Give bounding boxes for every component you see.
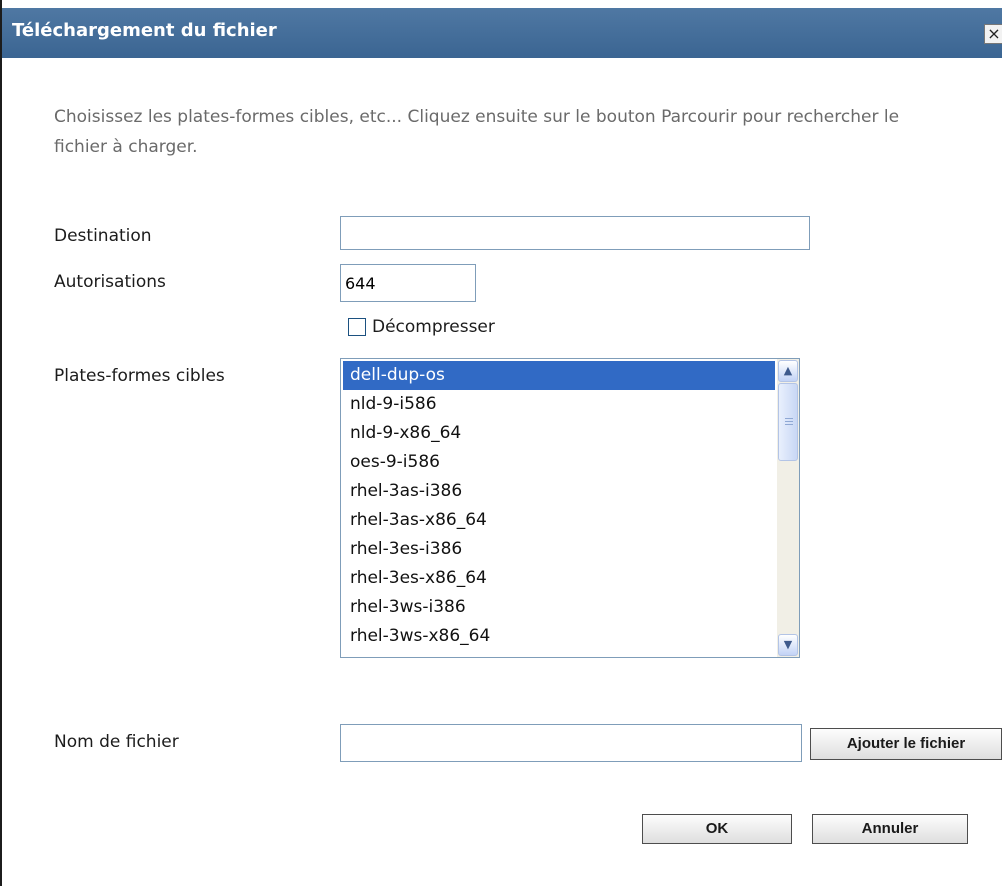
platform-option[interactable]: oes-9-i586 <box>343 448 775 477</box>
file-upload-dialog: Téléchargement du fichier × Choisissez l… <box>0 0 1002 886</box>
platforms-scrollbar[interactable]: ▲ ▼ <box>777 359 799 657</box>
platform-option[interactable]: rhel-3as-i386 <box>343 477 775 506</box>
filename-input[interactable] <box>340 724 802 762</box>
dialog-title: Téléchargement du fichier <box>12 20 277 41</box>
dialog-titlebar: Téléchargement du fichier <box>2 8 1002 58</box>
platform-option[interactable]: rhel-3ws-x86_64 <box>343 622 775 651</box>
platform-option[interactable]: rhel-3es-x86_64 <box>343 564 775 593</box>
destination-label: Destination <box>54 226 152 246</box>
grip-line <box>785 421 793 422</box>
close-icon[interactable]: × <box>984 24 1002 44</box>
grip-line <box>785 424 793 425</box>
platform-option[interactable]: rhel-3ws-i386 <box>343 593 775 622</box>
decompress-checkbox[interactable] <box>348 318 366 336</box>
platform-option[interactable]: nld-9-i586 <box>343 390 775 419</box>
platform-option[interactable]: rhel-3es-i386 <box>343 535 775 564</box>
permissions-label: Autorisations <box>54 272 166 292</box>
platform-option[interactable]: nld-9-x86_64 <box>343 419 775 448</box>
filename-label: Nom de fichier <box>54 732 179 752</box>
cancel-button[interactable]: Annuler <box>812 814 968 844</box>
platforms-label: Plates-formes cibles <box>54 366 225 386</box>
platforms-listbox[interactable]: dell-dup-os nld-9-i586 nld-9-x86_64 oes-… <box>340 358 800 658</box>
scrollbar-thumb[interactable] <box>778 383 798 461</box>
permissions-input[interactable] <box>340 264 476 302</box>
decompress-label: Décompresser <box>372 317 495 337</box>
chevron-down-icon[interactable]: ▼ <box>778 634 798 656</box>
platform-option[interactable]: rhel-3as-x86_64 <box>343 506 775 535</box>
platform-option[interactable]: dell-dup-os <box>343 361 775 390</box>
decompress-option[interactable]: Décompresser <box>348 315 495 339</box>
instructions-text: Choisissez les plates-formes cibles, etc… <box>54 107 900 157</box>
destination-input[interactable] <box>340 216 810 250</box>
ok-button[interactable]: OK <box>642 814 792 844</box>
grip-line <box>785 418 793 419</box>
add-file-button[interactable]: Ajouter le fichier <box>810 728 1002 760</box>
chevron-up-icon[interactable]: ▲ <box>778 360 798 382</box>
